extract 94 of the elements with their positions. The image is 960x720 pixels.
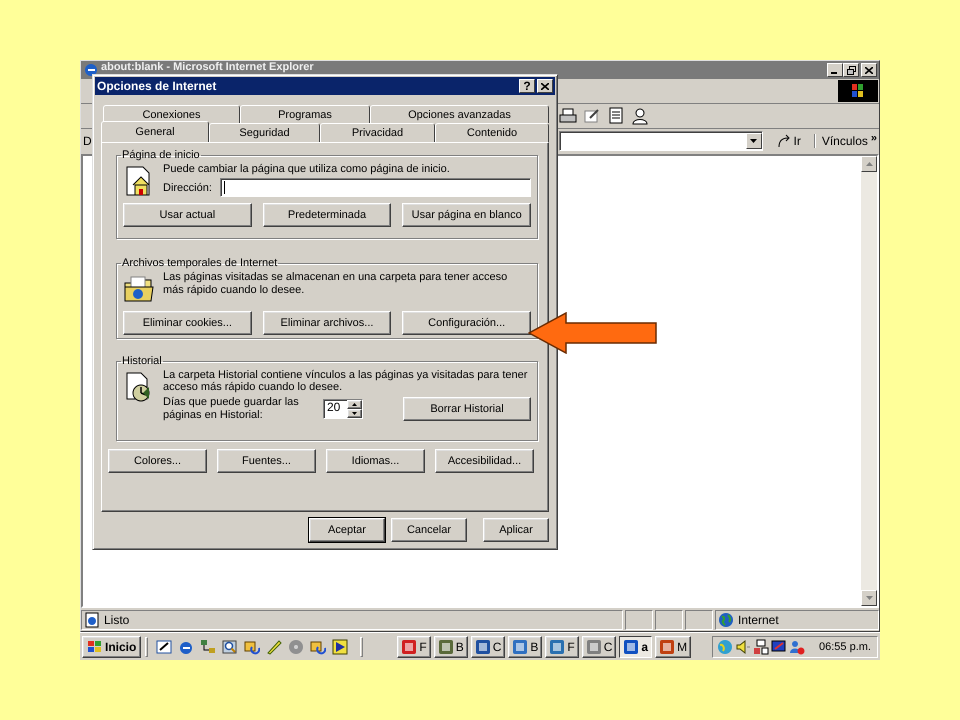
clear-history-button[interactable]: Borrar Historial — [403, 397, 531, 421]
field-label: Días que puede guardar las páginas en Historial: — [163, 396, 300, 422]
dialog-title: Opciones de Internet — [97, 79, 216, 93]
address-field[interactable] — [220, 178, 531, 197]
restore-icon — [846, 66, 856, 74]
settings-button[interactable]: Accesibilidad... — [435, 449, 534, 473]
address-label: D — [83, 134, 93, 148]
speaker-icon[interactable] — [735, 638, 752, 654]
close-button[interactable] — [861, 63, 877, 77]
action-button[interactable]: Eliminar archivos... — [262, 311, 392, 335]
task-button[interactable]: M — [655, 636, 692, 658]
caret-icon — [750, 139, 757, 143]
group-title: Archivos temporales de Internet — [121, 257, 278, 269]
status-pane — [655, 610, 683, 630]
edit-icon[interactable] — [583, 107, 601, 125]
tab[interactable]: Opciones avanzadas — [370, 105, 549, 123]
task-button[interactable]: F — [545, 636, 579, 658]
pencil-icon[interactable] — [266, 638, 282, 654]
minimize-button[interactable] — [827, 63, 843, 77]
tab[interactable]: Programas — [240, 105, 370, 123]
start-button[interactable]: Inicio — [82, 636, 142, 658]
help-button[interactable]: ? — [519, 79, 535, 93]
caret-icon — [866, 162, 872, 166]
sync-icon[interactable] — [310, 638, 326, 654]
field-label: Dirección: — [163, 182, 212, 194]
go-button[interactable]: Ir — [770, 134, 807, 148]
action-button[interactable]: Usar página en blanco — [402, 203, 532, 227]
app-icon — [438, 638, 454, 654]
globe-icon — [718, 612, 734, 628]
windows-flag-icon — [87, 640, 103, 654]
dropdown-button[interactable] — [746, 133, 762, 149]
more-button[interactable]: » — [870, 132, 877, 144]
app-icon — [512, 638, 528, 654]
page-icon — [84, 612, 100, 628]
settings-button[interactable]: Colores... — [108, 449, 207, 473]
task-button[interactable]: F — [397, 636, 431, 658]
scrollbar[interactable] — [861, 156, 877, 606]
task-button[interactable]: B — [508, 636, 542, 658]
restore-button[interactable] — [843, 63, 859, 77]
task-button[interactable]: C — [582, 636, 616, 658]
network-icon[interactable] — [753, 638, 770, 654]
app-icon — [586, 638, 602, 654]
action-button[interactable]: Usar actual — [123, 203, 252, 227]
tab[interactable]: Privacidad — [320, 123, 435, 142]
tab[interactable]: General — [101, 121, 209, 142]
search-icon[interactable] — [222, 638, 238, 654]
dialog-button[interactable]: Aceptar — [309, 518, 385, 542]
action-button[interactable]: Eliminar cookies... — [123, 311, 252, 335]
scroll-up-button[interactable] — [861, 156, 877, 172]
action-button[interactable]: Predeterminada — [262, 203, 392, 227]
play-icon[interactable] — [332, 638, 348, 654]
close-icon — [865, 66, 873, 74]
description-text: La carpeta Historial contiene vínculos a las páginas ya visitadas para tener acceso más rápido cuando lo desee. — [163, 369, 528, 393]
status-text: Listo — [104, 613, 130, 627]
app-icon — [401, 638, 418, 654]
printer-icon[interactable] — [559, 107, 577, 125]
description-text: Puede cambiar la página que utiliza como página de inicio. — [163, 163, 451, 175]
app-icon — [549, 638, 566, 654]
dialog-button[interactable]: Cancelar — [391, 518, 467, 542]
address-field[interactable] — [558, 131, 762, 151]
group-title: Página de inicio — [121, 149, 201, 161]
window-title: about:blank - Microsoft Internet Explorer — [101, 61, 314, 73]
app-icon — [623, 638, 640, 654]
settings-button[interactable]: Fuentes... — [217, 449, 316, 473]
group-title: Historial — [121, 355, 163, 367]
caret-icon — [866, 596, 872, 600]
app-icon — [474, 638, 491, 654]
description-text: Las páginas visitadas se almacenan en una carpeta para tener acceso más rápido cuando lo desee. — [163, 271, 508, 298]
monitor-icon[interactable] — [771, 638, 788, 654]
settings-button[interactable]: Idiomas... — [326, 449, 425, 473]
dialog-button[interactable]: Aplicar — [483, 518, 549, 542]
app-icon — [659, 638, 676, 654]
person-icon[interactable] — [631, 107, 649, 125]
task-button[interactable]: B — [434, 636, 468, 658]
links-label[interactable]: Vínculos — [814, 134, 868, 148]
status-pane — [685, 610, 713, 630]
scroll-down-button[interactable] — [861, 590, 877, 606]
tab[interactable]: Conexiones — [103, 105, 240, 123]
arrow-icon — [776, 134, 792, 148]
zone-text: Internet — [738, 613, 779, 627]
task-button[interactable]: a — [619, 636, 652, 658]
document-icon[interactable] — [607, 107, 625, 125]
desktop-icon[interactable] — [156, 638, 172, 654]
windows-logo — [838, 80, 878, 102]
clock: 06:55 p.m. — [819, 640, 871, 652]
task-button[interactable]: C — [470, 636, 506, 658]
tab[interactable]: Seguridad — [209, 123, 320, 142]
network-icon[interactable] — [200, 638, 216, 654]
tab[interactable]: Contenido — [435, 123, 549, 142]
close-button[interactable] — [537, 79, 553, 93]
sync-icon[interactable] — [244, 638, 260, 654]
close-icon — [541, 82, 549, 90]
action-button[interactable]: Configuración... — [402, 311, 532, 335]
status-pane — [625, 610, 653, 630]
